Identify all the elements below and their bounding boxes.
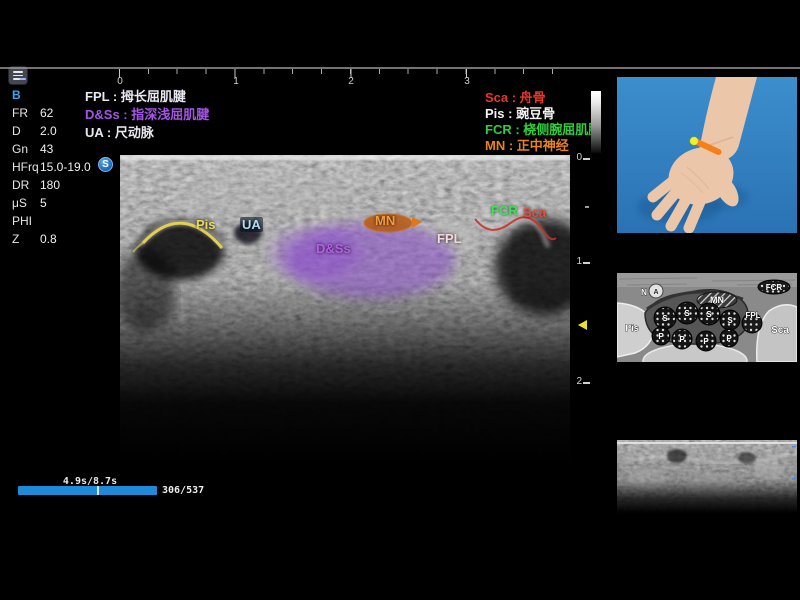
thumbnail-ultrasound-image [617,440,797,513]
ultrasound-image [120,155,570,465]
diagram-label-fpl: FPL [745,311,760,320]
hamburger-icon [13,71,23,73]
anatomy-diagram[interactable]: N A Pis MN FCR FPL Sca S S S S P P P P [617,273,797,362]
svg-text:S: S [662,314,668,323]
depth-tick [585,206,589,208]
parameter-panel: B FR62 D2.0 Gn43 HFrq15.0-19.0 DR180 μS5… [12,86,91,248]
legend-item: MN : 正中神经 [485,138,601,154]
carpal-cross-section-illustration: N A Pis MN FCR FPL Sca S S S S P P P P [617,273,797,362]
legend-left: FPL : 拇长屈肌腱 D&Ss : 指深浅屈肌腱 UA : 尺动脉 [85,88,209,142]
focus-marker-icon[interactable] [578,320,587,330]
ruler-label: 2 [345,76,357,87]
depth-tick [583,158,590,160]
hand-photo-illustration [617,77,797,233]
anatomy-label-pis: Pis [196,217,216,232]
depth-tick [583,262,590,264]
svg-text:P: P [726,334,732,343]
reference-ultrasound-thumbnail[interactable] [617,440,797,513]
depth-label: 1 [572,256,582,267]
mode-indicator: B [12,86,91,104]
grayscale-map [591,91,601,153]
diagram-label-pis: Pis [625,323,639,333]
top-ruler-major-ticks [119,69,469,78]
legend-item: FPL : 拇长屈肌腱 [85,88,209,106]
diagram-label-n: N [641,288,647,297]
depth-tick [583,382,590,384]
svg-text:P: P [703,337,709,346]
diagram-label-mn: MN [710,295,724,305]
anatomy-label-ua: UA [240,217,263,232]
anatomy-label-mn: MN [375,213,395,228]
probe-orientation-marker: S [98,157,113,172]
depth-label: 0 [572,152,582,163]
svg-text:S: S [706,310,712,319]
svg-text:S: S [727,316,733,325]
legend-item: Pis : 豌豆骨 [485,106,601,122]
ruler-label: 1 [230,76,242,87]
ultrasound-scan-area[interactable]: Pis UA D&Ss MN FPL FCR Sca [120,155,570,465]
anatomy-label-sca: Sca [523,205,546,220]
param-row: FR62 [12,104,91,122]
anatomy-label-fcr: FCR [491,203,518,218]
diagram-label-sca: Sca [771,325,789,336]
diagram-label-a: A [653,289,658,296]
legend-item: Sca : 舟骨 [485,90,601,106]
cine-position-marker[interactable] [97,486,99,495]
param-row: Gn43 [12,140,91,158]
ultrasound-app: B FR62 D2.0 Gn43 HFrq15.0-19.0 DR180 μS5… [0,0,800,600]
probe-position-photo[interactable] [617,77,797,233]
anatomy-label-dss: D&Ss [316,241,351,256]
param-row: HFrq15.0-19.0 [12,158,91,176]
svg-text:S: S [684,309,690,318]
param-row: D2.0 [12,122,91,140]
anatomy-label-fpl: FPL [437,231,462,246]
param-row: Z0.8 [12,230,91,248]
ruler-label: 0 [114,76,126,87]
param-row: PHI [12,212,91,230]
legend-item: FCR : 桡侧腕屈肌腱 [485,122,601,138]
cine-progress-bar[interactable] [18,486,157,495]
depth-label: 2 [572,376,582,387]
probe-origin-dot [690,137,698,145]
svg-text:P: P [679,335,685,344]
ruler-label: 3 [461,76,473,87]
legend-right: Sca : 舟骨 Pis : 豌豆骨 FCR : 桡侧腕屈肌腱 MN : 正中神… [485,90,601,154]
cine-frame-counter: 306/537 [162,485,204,496]
param-row: μS5 [12,194,91,212]
legend-item: D&Ss : 指深浅屈肌腱 [85,106,209,124]
param-row: DR180 [12,176,91,194]
legend-item: UA : 尺动脉 [85,124,209,142]
diagram-label-fcr: FCR [766,283,783,292]
svg-text:P: P [658,332,664,341]
